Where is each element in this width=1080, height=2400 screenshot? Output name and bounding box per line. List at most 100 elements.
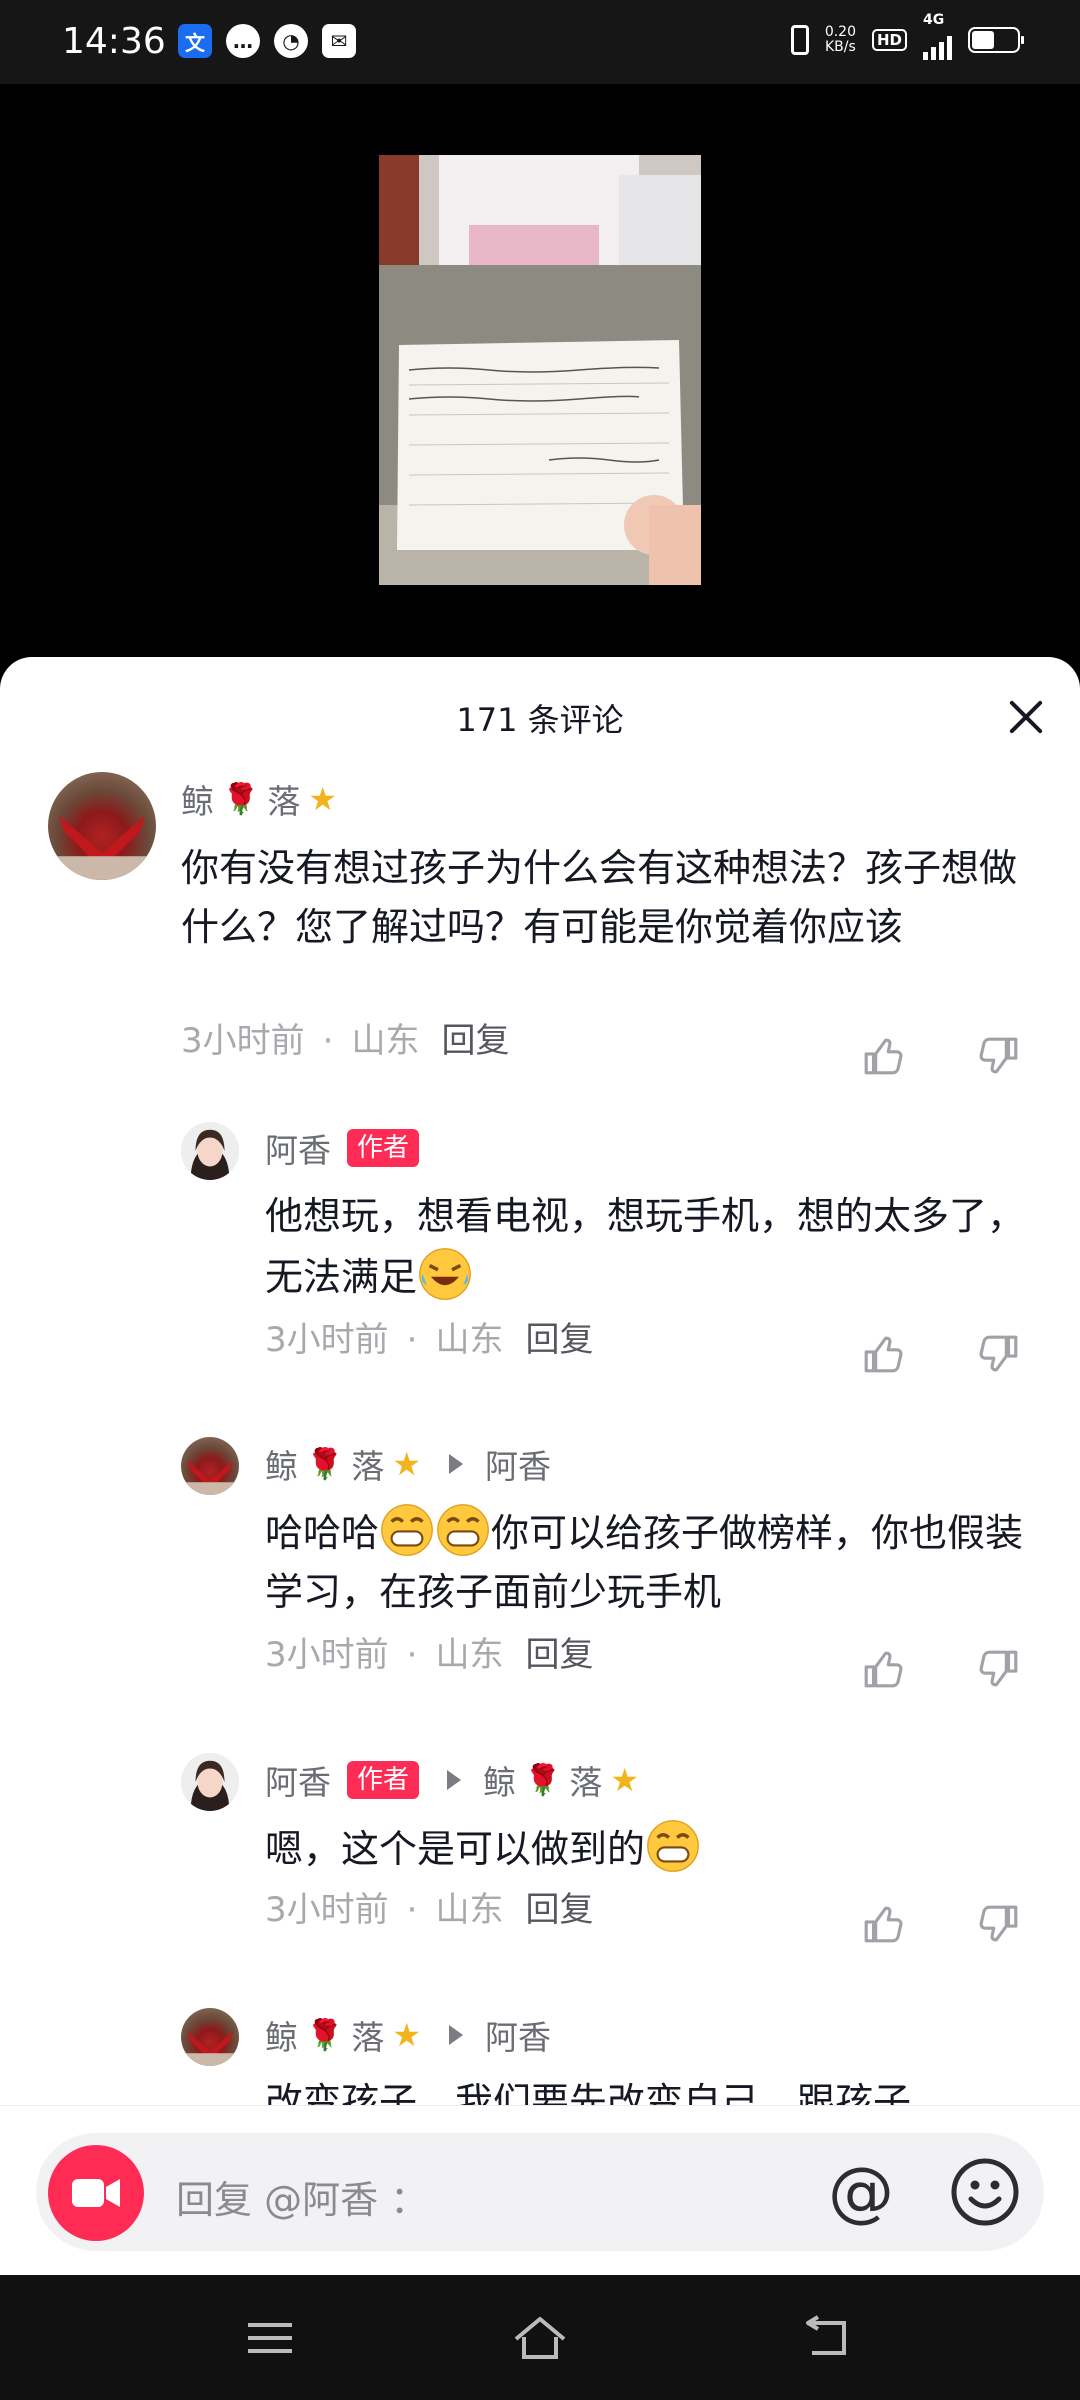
comments-sheet: 171 条评论 鲸 🌹 落 ★ 你有没有想过孩子为什么会有这种想法？孩子想做什么… xyxy=(0,657,1080,2274)
nickname-text: 落 xyxy=(351,2018,385,2057)
avatar[interactable] xyxy=(181,2008,239,2066)
reply-button[interactable]: 回复 xyxy=(525,1890,593,1930)
nickname-text: 阿香 xyxy=(265,1131,331,1170)
grin-emoji-icon xyxy=(645,1818,701,1874)
author-badge: 作者 xyxy=(347,1761,420,1799)
reply-button[interactable]: 回复 xyxy=(441,1021,509,1061)
thumb-down-icon[interactable] xyxy=(978,1903,1020,1945)
thumb-down-icon[interactable] xyxy=(978,1035,1020,1077)
comment-author[interactable]: 鲸 🌹 落 ★ xyxy=(181,775,337,823)
grin-emoji-icon xyxy=(435,1502,491,1558)
reply-button[interactable]: 回复 xyxy=(525,1320,593,1360)
comment-meta: 3小时前 · 山东 回复 xyxy=(265,1312,593,1361)
avatar-image xyxy=(181,1460,239,1495)
smile-emoji-icon[interactable] xyxy=(950,2157,1020,2227)
reply-to-name: 鲸 xyxy=(483,1763,517,1802)
reply-button[interactable]: 回复 xyxy=(525,1635,593,1675)
avatar-image xyxy=(181,2031,239,2066)
avatar[interactable] xyxy=(48,772,156,880)
reply-input-bar: 回复 @阿香 ： @ xyxy=(0,2105,1080,2276)
reply-to-name: 阿香 xyxy=(485,2018,552,2057)
rose-emoji-icon: 🌹 xyxy=(222,781,260,817)
network-type: 4G xyxy=(923,12,945,28)
comment-time: 3小时前 xyxy=(265,1890,389,1930)
author-badge: 作者 xyxy=(347,1129,420,1167)
avatar[interactable] xyxy=(181,1753,239,1811)
status-time: 14:36 xyxy=(62,21,166,62)
comment-text-content: 哈哈哈 xyxy=(265,1511,380,1555)
thumb-up-icon[interactable] xyxy=(862,1035,904,1077)
reply-to-name: 阿香 xyxy=(485,1447,552,1486)
hd-badge: HD xyxy=(871,29,907,51)
avatar-image xyxy=(48,815,156,880)
translate-app-icon: 文 xyxy=(178,24,212,58)
avatar[interactable] xyxy=(181,1437,239,1495)
reply-input[interactable]: 回复 @阿香 ： @ xyxy=(36,2133,1044,2251)
net-speed: 0.20 KB/s xyxy=(825,25,856,55)
comments-title: 171 条评论 xyxy=(456,701,624,739)
reply-arrow-icon xyxy=(449,1454,464,1474)
thumb-up-icon[interactable] xyxy=(862,1648,904,1690)
signal-icon: 4G xyxy=(923,12,952,60)
comment-author[interactable]: 阿香 作者 鲸 🌹 落 ★ xyxy=(265,1756,639,1804)
comment-text: 哈哈哈 你可以给孩子做榜样，你也假装学习，在孩子面前少玩手机 xyxy=(265,1502,1045,1622)
battery-icon xyxy=(968,27,1024,53)
star-emoji-icon: ★ xyxy=(392,1445,422,1483)
comment-location: 山东 xyxy=(351,1021,420,1061)
grin-emoji-icon xyxy=(379,1502,435,1558)
status-right: 0.20 KB/s HD 4G xyxy=(790,12,1024,60)
avatar-image xyxy=(181,1122,239,1180)
reply-placeholder[interactable]: 回复 @阿香 ： xyxy=(176,2169,428,2224)
rose-emoji-icon: 🌹 xyxy=(306,2017,344,2053)
comment-text-content: 嗯，这个是可以做到的 xyxy=(265,1827,646,1871)
thumb-down-icon[interactable] xyxy=(978,1648,1020,1690)
home-icon[interactable] xyxy=(512,2313,568,2363)
nickname-text: 阿香 xyxy=(265,1763,331,1802)
comment-time: 3小时前 xyxy=(265,1635,389,1675)
meta-dot: · xyxy=(406,1890,418,1930)
net-speed-value: 0.20 xyxy=(824,24,856,40)
avatar[interactable] xyxy=(181,1122,239,1180)
comment-text: 嗯，这个是可以做到的 xyxy=(265,1818,1045,1879)
avatar-image xyxy=(181,1753,239,1811)
post-photo[interactable] xyxy=(379,155,701,585)
comment-text-content: 他想玩，想看电视，想玩手机，想的太多了，无法满足 xyxy=(265,1194,1026,1299)
notification-icons: 文 … ◔ ✉ xyxy=(178,24,356,58)
at-icon[interactable]: @ xyxy=(826,2157,896,2227)
net-speed-unit: KB/s xyxy=(825,39,856,55)
reply-arrow-icon xyxy=(449,2025,464,2045)
system-nav-bar xyxy=(0,2275,1080,2400)
menu-icon[interactable] xyxy=(242,2313,298,2363)
close-icon[interactable] xyxy=(1006,697,1046,737)
star-emoji-icon: ★ xyxy=(308,780,338,818)
rose-emoji-icon: 🌹 xyxy=(524,1762,562,1798)
thumb-up-icon[interactable] xyxy=(862,1903,904,1945)
video-camera-icon[interactable] xyxy=(48,2145,144,2241)
comment-text: 你有没有想过孩子为什么会有这种想法？孩子想做什么？您了解过吗？有可能是你觉着你应… xyxy=(181,846,1018,949)
thumb-up-icon[interactable] xyxy=(862,1333,904,1375)
comment-author[interactable]: 阿香 作者 xyxy=(265,1124,420,1172)
nickname-text: 鲸 xyxy=(181,782,214,821)
reply-arrow-icon xyxy=(447,1770,462,1790)
nickname-text: 鲸 xyxy=(265,1447,298,1486)
meta-dot: · xyxy=(322,1021,334,1061)
comment-meta: 3小时前 · 山东 回复 xyxy=(265,1882,593,1931)
nickname-text: 鲸 xyxy=(265,2018,298,2057)
status-bar: 14:36 文 … ◔ ✉ 0.20 KB/s HD 4G xyxy=(0,0,1080,84)
photo-image xyxy=(379,155,701,585)
video-area[interactable] xyxy=(0,84,1080,664)
comment-meta: 3小时前 · 山东 回复 xyxy=(181,1013,509,1062)
chat-bubble-icon: … xyxy=(226,24,260,58)
meta-dot: · xyxy=(406,1320,418,1360)
comment-author[interactable]: 鲸 🌹 落 ★ 阿香 xyxy=(265,2011,551,2059)
back-icon[interactable] xyxy=(798,2313,854,2363)
reply-to-name: 落 xyxy=(569,1763,603,1802)
laughing-tears-emoji-icon xyxy=(417,1246,473,1302)
comment-location: 山东 xyxy=(435,1320,504,1360)
thumb-down-icon[interactable] xyxy=(978,1333,1020,1375)
comment-author[interactable]: 鲸 🌹 落 ★ 阿香 xyxy=(265,1440,551,1488)
comment-location: 山东 xyxy=(435,1890,504,1930)
nickname-text: 落 xyxy=(267,782,301,821)
nickname-text: 落 xyxy=(351,1447,385,1486)
comment-time: 3小时前 xyxy=(181,1021,305,1061)
